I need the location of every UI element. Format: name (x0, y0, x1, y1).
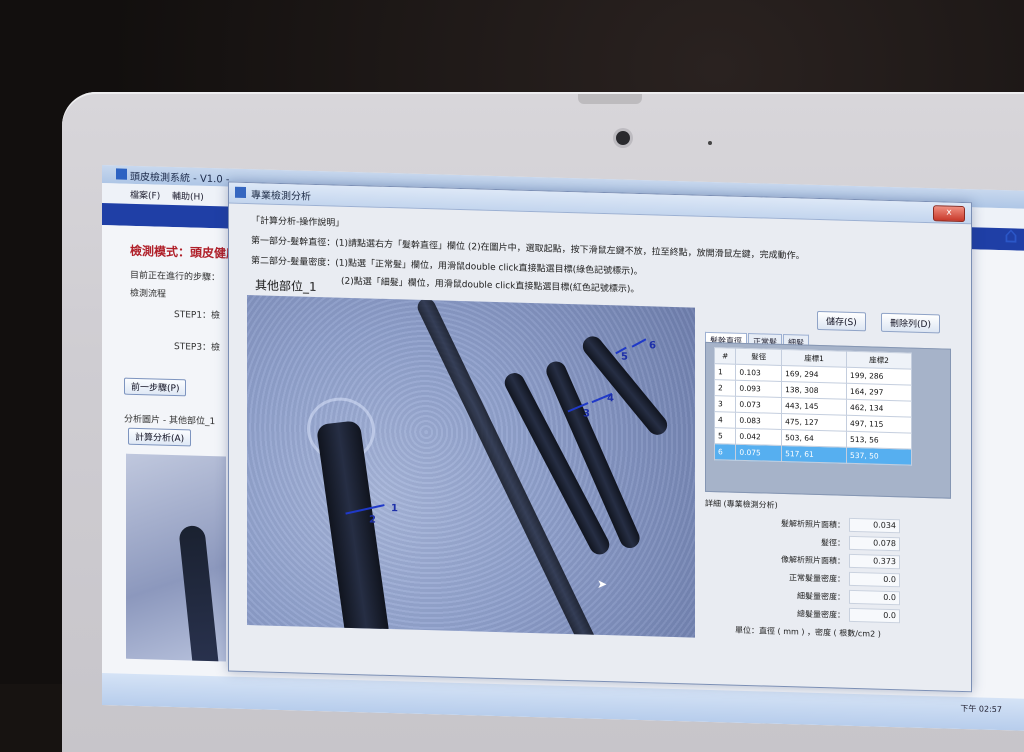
table-cell: 199, 286 (846, 367, 912, 386)
marker-label: 3 (583, 408, 590, 420)
marker-label: 1 (391, 503, 398, 515)
home-icon[interactable]: ⌂ (1004, 223, 1018, 248)
mode-label: 檢測模式：頭皮健康 (130, 243, 239, 261)
stat-label: 總髮量密度： (797, 609, 845, 620)
analysis-dialog: 專業檢測分析 x 「計算分析-操作說明」 第一部分-髮幹直徑：(1)請點選右方「… (228, 181, 972, 693)
menu-file[interactable]: 檔案(F) (130, 188, 160, 202)
units-note: 單位：直徑 ( mm ) ，密度 ( 根數/cm2 ) (735, 625, 881, 639)
microscope-image[interactable]: 1 2 3 4 5 6 ➤ (247, 295, 695, 638)
close-button[interactable]: x (933, 205, 965, 223)
stat-label: 像解析照片面積： (781, 554, 845, 566)
measure-table: # 髮徑 座標1 座標2 1 0.103 169, 294 199, 286 2 0.093 13… (714, 347, 912, 466)
section-title: 其他部位_1 (255, 278, 317, 294)
marker-label: 6 (649, 340, 656, 352)
table-cell: 503, 64 (781, 429, 847, 448)
stat-label: 正常髮量密度： (789, 573, 845, 584)
table-cell: 537, 50 (846, 447, 912, 466)
table-cell: 6 (714, 443, 736, 461)
table-cell: 169, 294 (781, 365, 847, 384)
analysis-thumbnail[interactable] (126, 453, 226, 662)
stat-value: 0.078 (849, 535, 900, 552)
laptop-screen: 頭皮檢測系統 - V1.0 - 檔案(F) 輔助(H) ⌂ 檢測模式：頭皮健康 … (102, 165, 1024, 731)
flow-label: 檢測流程 (130, 288, 167, 300)
stat-value: 0.0 (849, 589, 900, 606)
table-cell: 2 (714, 379, 736, 397)
prev-step-button[interactable]: 前一步驟(P) (124, 377, 187, 397)
analysis-image-label: 分析圖片 - 其他部位_1 (124, 414, 216, 428)
table-header: 座標1 (781, 349, 847, 368)
table-cell: 475, 127 (781, 413, 847, 432)
table-cell: 517, 61 (781, 445, 847, 464)
table-cell: 5 (714, 427, 736, 445)
table-cell: 462, 134 (846, 399, 912, 418)
detail-title: 詳細 (專業檢測分析) (705, 498, 778, 510)
instruction-part2b: (2)點選「細髮」欄位，用滑鼠double click直接點選目標(紅色記號標示… (341, 276, 640, 296)
calc-analysis-button[interactable]: 計算分析(A) (128, 427, 192, 447)
table-cell: 0.075 (735, 444, 782, 462)
instruction-heading: 「計算分析-操作說明」 (251, 216, 345, 229)
table-header: 髮徑 (735, 348, 782, 366)
dialog-icon (235, 186, 246, 199)
instruction-part2: 第二部分-髮量密度：(1)點選「正常髮」欄位，用滑鼠double click直接… (251, 256, 643, 278)
stat-label: 髮解析照片面積： (781, 518, 845, 530)
webcam-indicator (708, 141, 712, 145)
marker-label: 5 (621, 351, 628, 363)
table-cell: 138, 308 (781, 381, 847, 400)
table-cell: 4 (714, 411, 736, 429)
table-cell: 497, 115 (846, 415, 912, 434)
stat-label: 髮徑： (821, 538, 845, 548)
stat-value: 0.373 (849, 553, 900, 570)
measurement-panel: 儲存(S) 刪除列(D) 髮幹直徑 正常髮 細髮 # 髮徑 座標1 座標2 1 0.103 1… (705, 308, 957, 639)
table-header: # (714, 347, 736, 365)
measure-table-container: # 髮徑 座標1 座標2 1 0.103 169, 294 199, 286 2 0.093 13… (705, 341, 951, 499)
stat-value: 0.034 (849, 517, 900, 534)
table-cell: 0.093 (735, 380, 782, 398)
current-step-label: 目前正在進行的步驟： (130, 270, 221, 284)
menu-help[interactable]: 輔助(H) (172, 189, 204, 203)
table-cell: 0.083 (735, 412, 782, 430)
stat-value: 0.0 (849, 607, 900, 624)
marker-label: 2 (369, 514, 376, 526)
taskbar-clock: 下午 02:57 (960, 703, 1002, 715)
stat-value: 0.0 (849, 571, 900, 588)
table-cell: 164, 297 (846, 383, 912, 402)
app-icon (116, 168, 127, 180)
table-cell: 1 (714, 363, 736, 381)
webcam-icon (616, 131, 630, 145)
table-header: 座標2 (846, 351, 912, 370)
app-title: 頭皮檢測系統 - V1.0 - (130, 171, 230, 186)
stat-label: 細髮量密度： (797, 591, 845, 602)
step3-label: STEP3：檢 (174, 342, 221, 354)
delete-row-button[interactable]: 刪除列(D) (881, 312, 940, 334)
step1-label: STEP1：檢 (174, 310, 221, 322)
table-cell: 0.103 (735, 364, 782, 382)
save-button[interactable]: 儲存(S) (817, 310, 866, 332)
laptop-lid-notch (578, 94, 642, 104)
mouse-cursor-icon: ➤ (597, 576, 608, 592)
table-cell: 0.073 (735, 396, 782, 414)
table-cell: 3 (714, 395, 736, 413)
table-cell: 443, 145 (781, 397, 847, 416)
marker-label: 4 (607, 393, 614, 405)
dialog-title: 專業檢測分析 (251, 190, 311, 203)
table-cell: 513, 56 (846, 431, 912, 450)
table-cell: 0.042 (735, 428, 782, 446)
